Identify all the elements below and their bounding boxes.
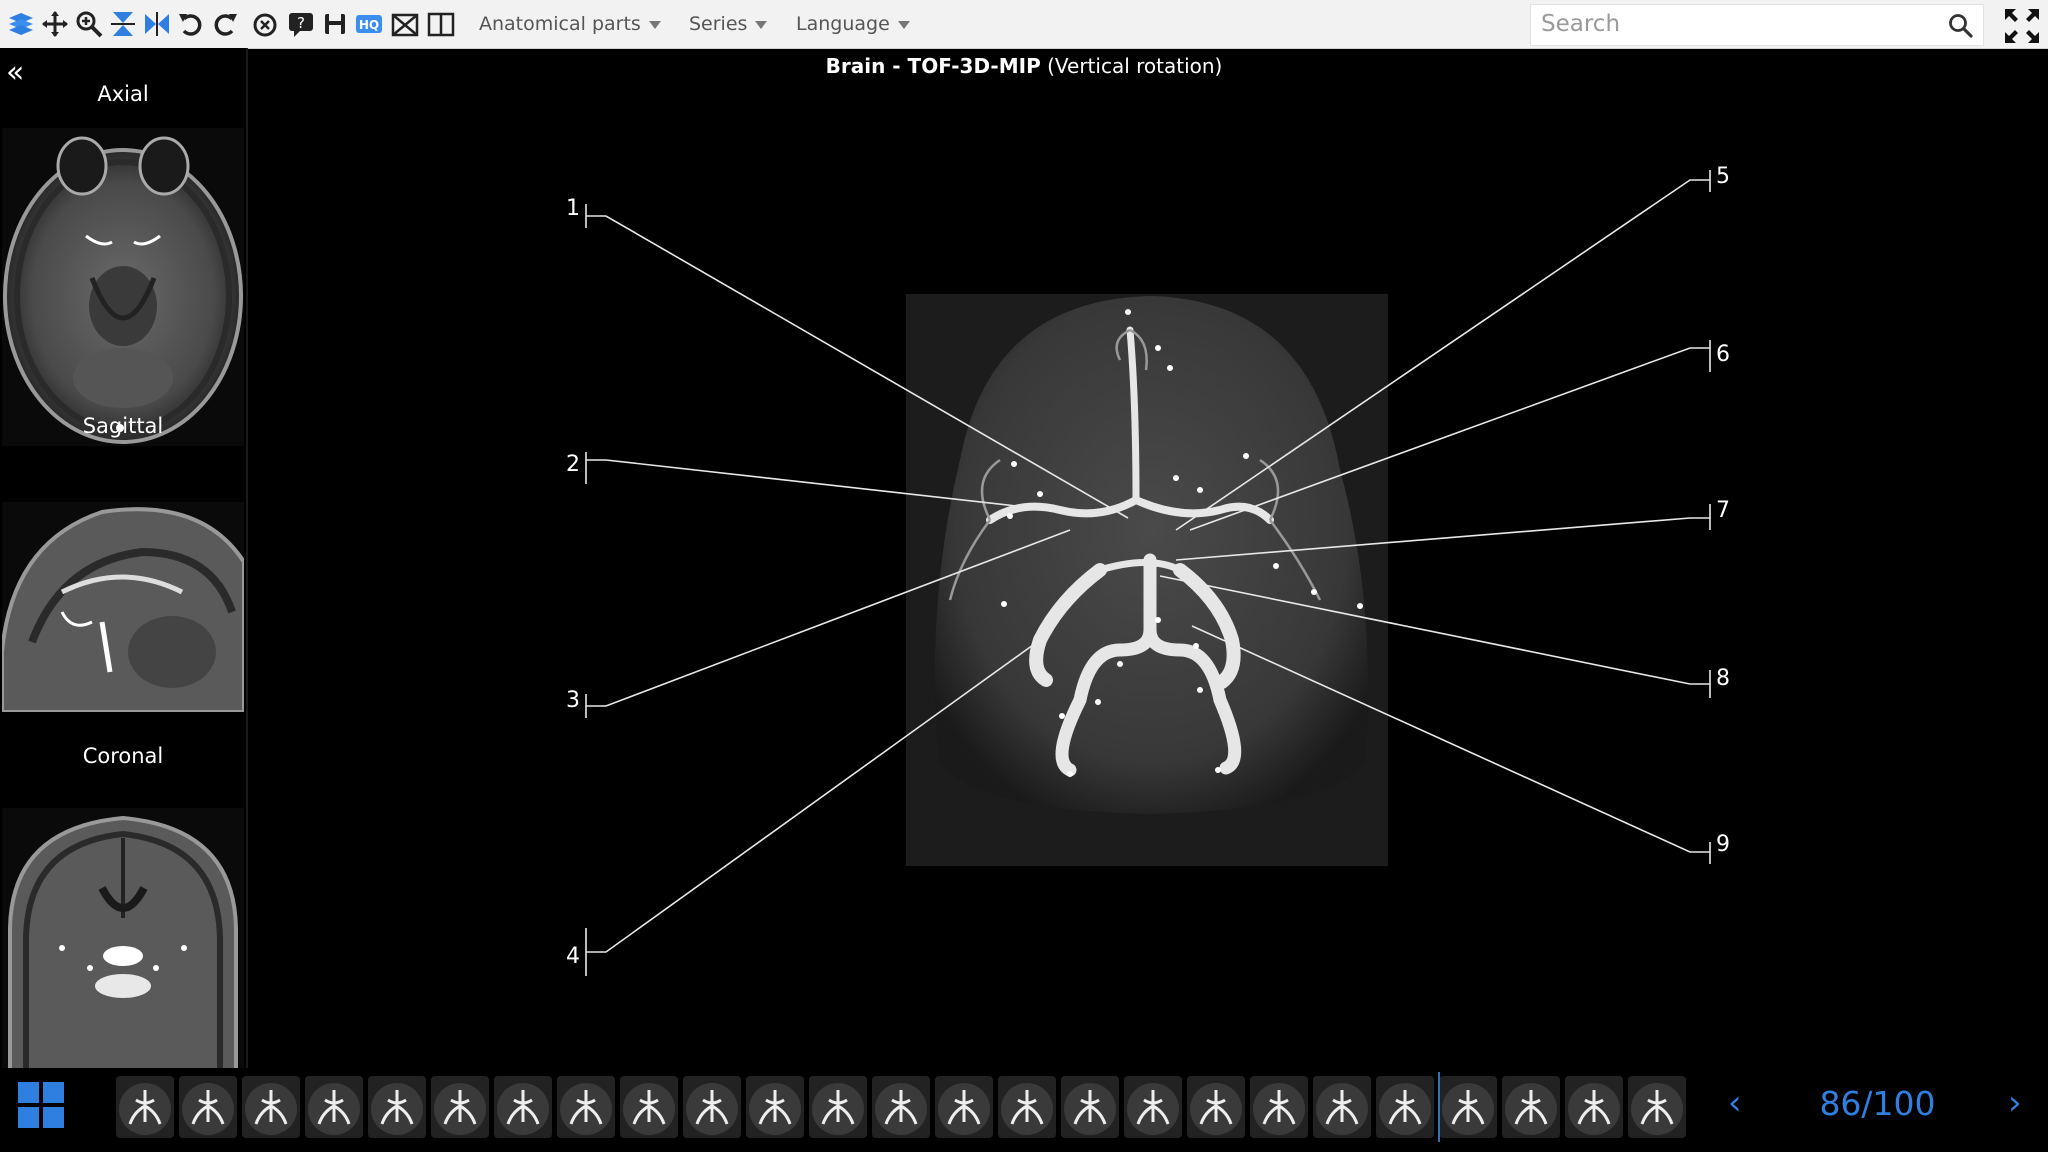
- page-title-main: Brain - TOF-3D-MIP: [825, 54, 1041, 78]
- split-view-icon[interactable]: [424, 6, 458, 42]
- svg-text:?: ?: [297, 14, 305, 32]
- structure-label-9[interactable]: 9: [1716, 832, 1730, 857]
- structure-label-1[interactable]: 1: [566, 196, 580, 221]
- filmstrip-thumbnail[interactable]: [746, 1076, 804, 1138]
- search-input[interactable]: [1531, 5, 1951, 43]
- rotate-right-icon[interactable]: [208, 6, 242, 42]
- filmstrip-thumbnail[interactable]: [494, 1076, 552, 1138]
- grid-view-icon[interactable]: [16, 1080, 66, 1130]
- filmstrip-thumbnail[interactable]: [242, 1076, 300, 1138]
- rotate-left-icon[interactable]: [174, 6, 208, 42]
- views-sidebar: « Axial Sagittal Coronal: [0, 48, 248, 1092]
- anatomical-parts-menu-label: Anatomical parts: [479, 13, 641, 35]
- filmstrip-thumbnail[interactable]: [620, 1076, 678, 1138]
- structure-label-8[interactable]: 8: [1716, 666, 1730, 691]
- structure-label-4[interactable]: 4: [566, 944, 580, 969]
- filmstrip-thumbnail[interactable]: [683, 1076, 741, 1138]
- page-title: Brain - TOF-3D-MIP (Vertical rotation): [0, 54, 2048, 78]
- filmstrip-thumbnail[interactable]: [809, 1076, 867, 1138]
- chevron-down-icon: [648, 20, 661, 29]
- reset-icon[interactable]: [248, 6, 282, 42]
- fullscreen-icon[interactable]: [2002, 6, 2042, 46]
- save-icon[interactable]: [318, 6, 352, 42]
- filmstrip-thumbnail[interactable]: [998, 1076, 1056, 1138]
- hq-icon[interactable]: HQ: [352, 6, 386, 42]
- axial-view-thumbnail[interactable]: [2, 128, 244, 446]
- page-counter: 86/100: [1819, 1084, 1936, 1123]
- filmstrip-thumbnail[interactable]: [305, 1076, 363, 1138]
- filmstrip-thumbnail[interactable]: [1439, 1076, 1497, 1138]
- coronal-view-thumbnail[interactable]: [2, 808, 244, 1092]
- help-icon[interactable]: ?: [284, 6, 318, 42]
- sagittal-view-thumbnail[interactable]: [2, 502, 244, 712]
- top-toolbar: ? HQ Anatomical parts Series Language: [0, 0, 2048, 49]
- language-menu[interactable]: Language: [796, 10, 910, 38]
- filmstrip-thumbnail[interactable]: [1124, 1076, 1182, 1138]
- structure-label-6[interactable]: 6: [1716, 342, 1730, 367]
- pan-icon[interactable]: [38, 6, 72, 42]
- chevron-down-icon: [755, 20, 768, 29]
- hide-labels-icon[interactable]: [388, 6, 422, 42]
- layers-icon[interactable]: [4, 6, 38, 42]
- search-box: [1530, 4, 1984, 46]
- filmstrip-thumbnail[interactable]: [1376, 1076, 1434, 1138]
- view-label-coronal: Coronal: [82, 744, 164, 768]
- filmstrip-thumbnail[interactable]: [1187, 1076, 1245, 1138]
- filmstrip-thumbnail[interactable]: [368, 1076, 426, 1138]
- mip-image[interactable]: [906, 294, 1388, 866]
- structure-label-5[interactable]: 5: [1716, 164, 1730, 189]
- structure-label-2[interactable]: 2: [566, 452, 580, 477]
- flip-vertical-icon[interactable]: [106, 6, 140, 42]
- series-menu[interactable]: Series: [689, 10, 768, 38]
- next-image-button[interactable]: ›: [2008, 1086, 2022, 1120]
- view-label-sagittal: Sagittal: [82, 414, 164, 438]
- flip-horizontal-icon[interactable]: [140, 6, 174, 42]
- filmstrip-thumbnail[interactable]: [1313, 1076, 1371, 1138]
- chevron-down-icon: [897, 20, 910, 29]
- svg-text:HQ: HQ: [359, 18, 379, 32]
- filmstrip-thumbnail[interactable]: [1250, 1076, 1308, 1138]
- structure-label-3[interactable]: 3: [566, 688, 580, 713]
- filmstrip-thumbnail[interactable]: [872, 1076, 930, 1138]
- page-title-sub: (Vertical rotation): [1047, 54, 1223, 78]
- search-icon[interactable]: [1947, 12, 1975, 40]
- bottom-navigation-bar: ‹ 86/100 ›: [0, 1068, 2048, 1152]
- filmstrip-thumbnail[interactable]: [179, 1076, 237, 1138]
- filmstrip-thumbnail[interactable]: [1628, 1076, 1686, 1138]
- previous-image-button[interactable]: ‹: [1728, 1086, 1742, 1120]
- filmstrip-thumbnail[interactable]: [1061, 1076, 1119, 1138]
- filmstrip-thumbnail[interactable]: [1502, 1076, 1560, 1138]
- filmstrip-thumbnail[interactable]: [116, 1076, 174, 1138]
- structure-label-7[interactable]: 7: [1716, 498, 1730, 523]
- filmstrip-thumbnail[interactable]: [935, 1076, 993, 1138]
- filmstrip-thumbnail[interactable]: [557, 1076, 615, 1138]
- filmstrip-thumbnail[interactable]: [1565, 1076, 1623, 1138]
- zoom-in-icon[interactable]: [72, 6, 106, 42]
- series-menu-label: Series: [689, 13, 748, 35]
- language-menu-label: Language: [796, 13, 890, 35]
- view-label-axial: Axial: [97, 82, 149, 106]
- anatomical-parts-menu[interactable]: Anatomical parts: [479, 10, 661, 38]
- filmstrip-current-marker: [1438, 1072, 1440, 1142]
- mip-viewer: [585, 170, 1711, 976]
- filmstrip-thumbnail[interactable]: [431, 1076, 489, 1138]
